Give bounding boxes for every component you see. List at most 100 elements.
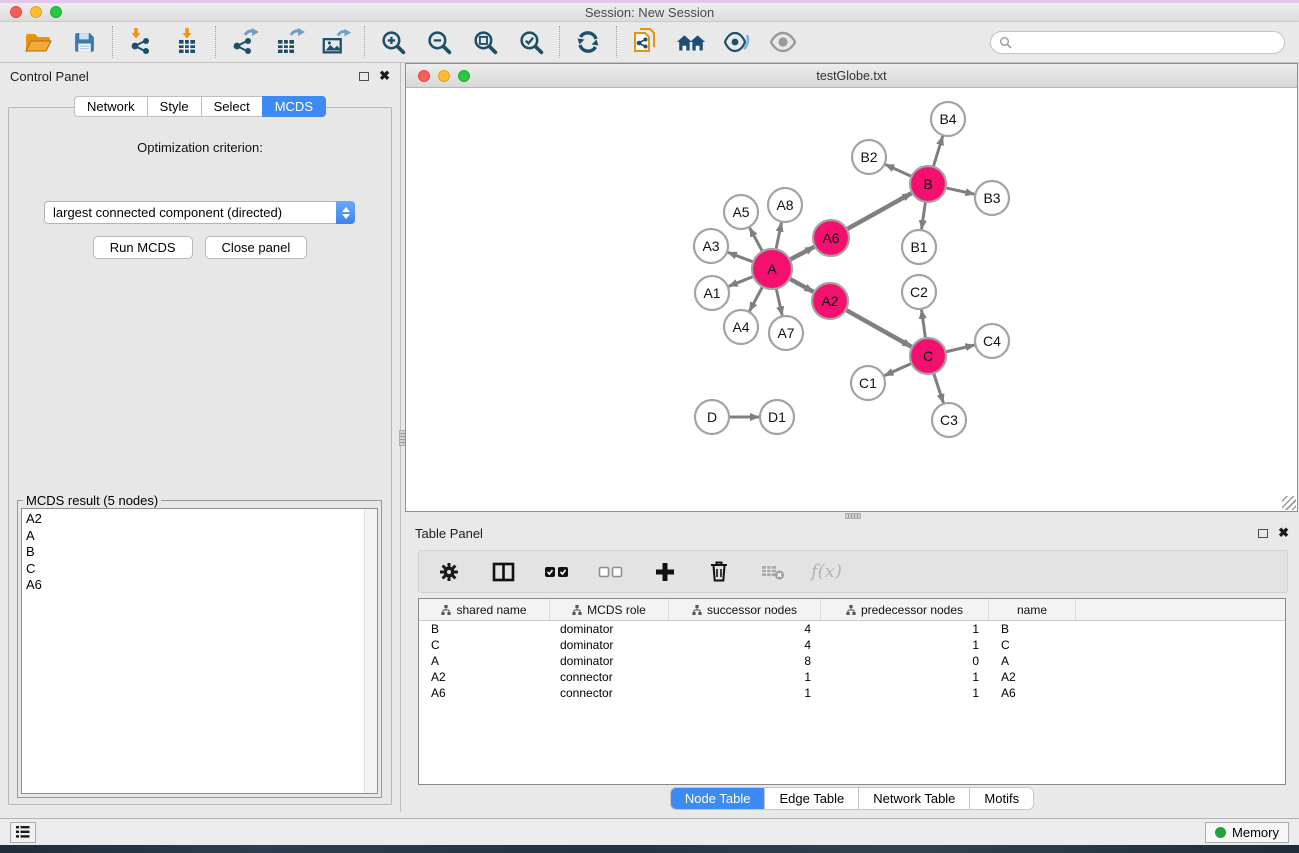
export-image-icon[interactable] xyxy=(320,27,352,57)
task-history-button[interactable] xyxy=(10,822,36,843)
graph-node[interactable]: B2 xyxy=(852,140,886,174)
graph-edge[interactable] xyxy=(922,202,926,229)
home-icon[interactable] xyxy=(675,27,707,57)
zoom-selected-icon[interactable] xyxy=(515,27,547,57)
refresh-icon[interactable] xyxy=(572,27,604,57)
gear-icon[interactable] xyxy=(433,557,465,587)
table-row[interactable]: A6connector11A6 xyxy=(419,685,1285,701)
window-resize-grip[interactable] xyxy=(1282,496,1296,510)
graph-edge[interactable] xyxy=(934,373,944,403)
search-field[interactable] xyxy=(990,31,1285,54)
table-row[interactable]: Cdominator41C xyxy=(419,637,1285,653)
network-minimize-button[interactable] xyxy=(438,70,450,82)
graph-node[interactable]: A5 xyxy=(724,195,758,229)
graph-node[interactable]: A6 xyxy=(813,220,849,256)
float-table-panel-icon[interactable] xyxy=(1258,529,1268,538)
network-close-button[interactable] xyxy=(418,70,430,82)
run-mcds-button[interactable]: Run MCDS xyxy=(93,236,193,259)
list-scrollbar[interactable] xyxy=(364,509,377,793)
graph-edge[interactable] xyxy=(885,164,911,176)
network-window-titlebar[interactable]: testGlobe.txt xyxy=(406,64,1297,88)
zoom-out-icon[interactable] xyxy=(423,27,455,57)
eye-icon[interactable] xyxy=(767,27,799,57)
graph-node[interactable]: A7 xyxy=(769,316,803,350)
criterion-dropdown[interactable]: largest connected component (directed) xyxy=(44,201,355,224)
zoom-window-button[interactable] xyxy=(50,6,62,18)
tab-mcds[interactable]: MCDS xyxy=(262,96,326,117)
column-header[interactable]: MCDS role xyxy=(550,599,669,620)
minimize-window-button[interactable] xyxy=(30,6,42,18)
traffic-lights[interactable] xyxy=(10,6,62,18)
tab-select[interactable]: Select xyxy=(201,96,262,117)
float-panel-icon[interactable] xyxy=(359,72,369,81)
graph-node[interactable]: B4 xyxy=(931,102,965,136)
graph-node[interactable]: B3 xyxy=(975,181,1009,215)
graph-node[interactable]: A8 xyxy=(768,188,802,222)
graph-node[interactable]: B1 xyxy=(902,230,936,264)
table-row[interactable]: A2connector11A2 xyxy=(419,669,1285,685)
graph-edge[interactable] xyxy=(749,287,762,311)
style-eye-icon[interactable] xyxy=(721,27,753,57)
tab-motifs[interactable]: Motifs xyxy=(970,788,1033,809)
graph-node[interactable]: A2 xyxy=(812,283,848,319)
graph-edge[interactable] xyxy=(922,310,926,338)
open-folder-icon[interactable] xyxy=(22,27,54,57)
graph-node[interactable]: C2 xyxy=(902,275,936,309)
graph-node[interactable]: A xyxy=(752,249,792,289)
graph-node[interactable]: A3 xyxy=(694,229,728,263)
graph-edge[interactable] xyxy=(790,247,814,260)
duplicate-network-icon[interactable] xyxy=(629,27,661,57)
graph-edge[interactable] xyxy=(776,223,781,250)
graph-node[interactable]: D1 xyxy=(760,400,794,434)
zoom-fit-icon[interactable] xyxy=(469,27,501,57)
tab-style[interactable]: Style xyxy=(147,96,201,117)
network-zoom-button[interactable] xyxy=(458,70,470,82)
column-header[interactable]: predecessor nodes xyxy=(821,599,989,620)
graph-node[interactable]: A1 xyxy=(695,276,729,310)
mcds-result-list[interactable]: A2ABCA6 xyxy=(21,508,378,794)
tab-network[interactable]: Network xyxy=(74,96,147,117)
graph-edge[interactable] xyxy=(933,136,942,167)
memory-button[interactable]: Memory xyxy=(1205,822,1289,843)
close-window-button[interactable] xyxy=(10,6,22,18)
graph-node[interactable]: C3 xyxy=(932,403,966,437)
zoom-in-icon[interactable] xyxy=(377,27,409,57)
graph-edge[interactable] xyxy=(847,193,912,229)
column-header[interactable]: successor nodes xyxy=(669,599,821,620)
graph-edge[interactable] xyxy=(728,252,753,262)
result-list-item[interactable]: A6 xyxy=(26,577,373,594)
graph-edge[interactable] xyxy=(946,188,975,194)
import-table-icon[interactable] xyxy=(171,27,203,57)
close-panel-icon[interactable]: ✖ xyxy=(379,71,390,81)
export-table-icon[interactable] xyxy=(274,27,306,57)
graph-edge[interactable] xyxy=(729,276,754,286)
graph-edge[interactable] xyxy=(946,345,975,352)
result-list-item[interactable]: C xyxy=(26,561,373,578)
graph-edge[interactable] xyxy=(846,310,912,347)
graph-node[interactable]: C1 xyxy=(851,366,885,400)
export-network-icon[interactable] xyxy=(228,27,260,57)
delete-table-icon[interactable] xyxy=(757,557,789,587)
tab-node-table[interactable]: Node Table xyxy=(671,788,766,809)
horizontal-splitter-grip[interactable] xyxy=(845,513,861,519)
search-input[interactable] xyxy=(1012,35,1276,49)
graph-node[interactable]: C xyxy=(910,338,946,374)
result-list-item[interactable]: A2 xyxy=(26,511,373,528)
result-list-item[interactable]: A xyxy=(26,528,373,545)
close-table-panel-icon[interactable]: ✖ xyxy=(1278,528,1289,538)
add-column-icon[interactable] xyxy=(649,557,681,587)
graph-edge[interactable] xyxy=(884,363,911,375)
deselect-all-icon[interactable] xyxy=(595,557,627,587)
table-row[interactable]: Adominator80A xyxy=(419,653,1285,669)
graph-edge[interactable] xyxy=(776,289,782,316)
select-all-icon[interactable] xyxy=(541,557,573,587)
import-network-icon[interactable] xyxy=(125,27,157,57)
tab-network-table[interactable]: Network Table xyxy=(859,788,970,809)
save-icon[interactable] xyxy=(68,27,100,57)
show-column-icon[interactable] xyxy=(487,557,519,587)
graph-edge[interactable] xyxy=(750,228,763,252)
graph-node[interactable]: C4 xyxy=(975,324,1009,358)
delete-column-icon[interactable] xyxy=(703,557,735,587)
column-header[interactable]: name xyxy=(989,599,1076,620)
tab-edge-table[interactable]: Edge Table xyxy=(765,788,859,809)
